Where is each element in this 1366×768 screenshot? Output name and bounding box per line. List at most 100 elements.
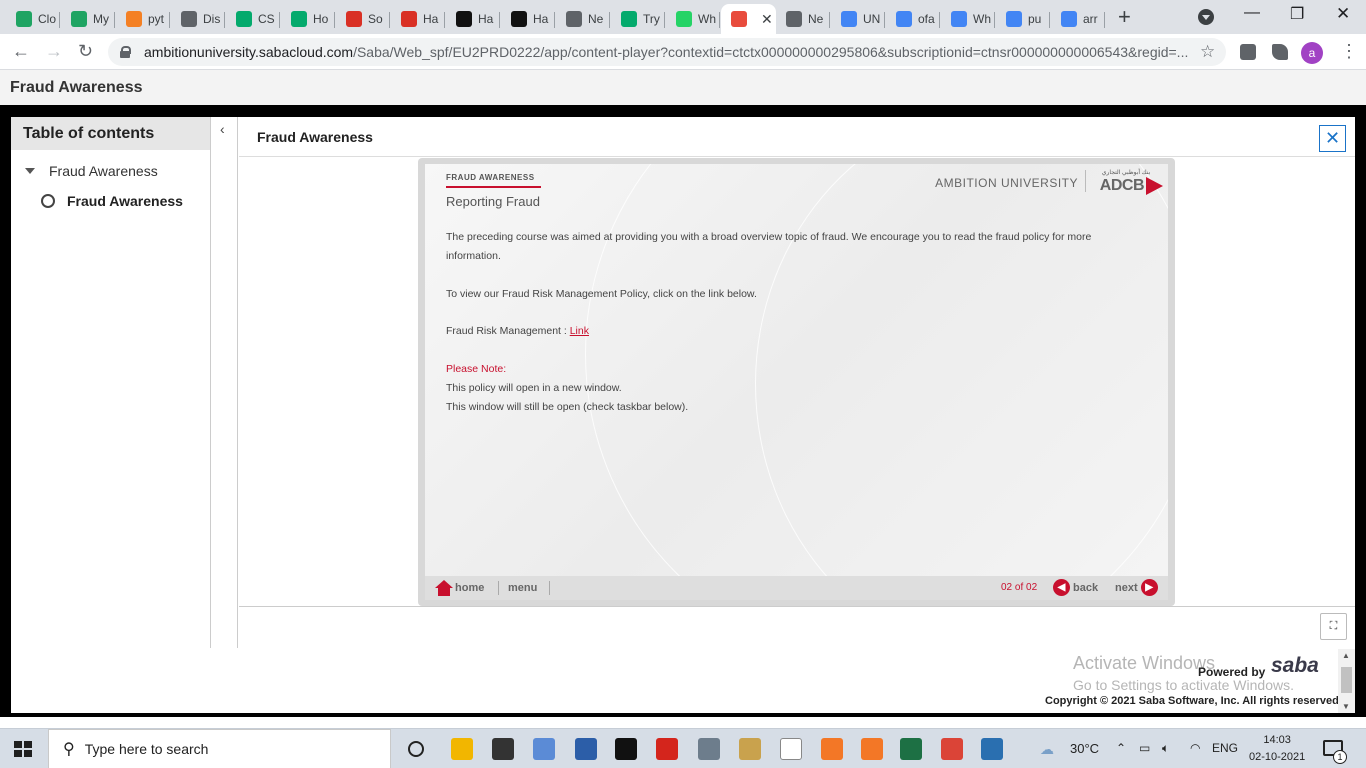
browser-tab[interactable]: Dis [171, 4, 225, 34]
browser-tab[interactable]: CS [226, 4, 280, 34]
url-path: /Saba/Web_spf/EU2PRD0222/app/content-pla… [353, 44, 1189, 60]
puzzle-icon[interactable] [1272, 44, 1288, 60]
brand-divider [1085, 170, 1086, 192]
calculator-icon[interactable] [698, 738, 720, 760]
browser-tab[interactable]: Ha [501, 4, 555, 34]
clock-time: 14:03 [1263, 734, 1291, 746]
network-icon[interactable]: ▭ [1139, 741, 1150, 755]
content-header: Fraud Awareness ✕ [239, 117, 1355, 157]
address-bar[interactable]: ambitionuniversity.sabacloud.com/Saba/We… [108, 38, 1226, 66]
forward-arrow-icon[interactable]: → [45, 41, 63, 61]
page-scrollbar[interactable]: ▲ ▼ [1338, 649, 1355, 713]
browser-tab[interactable]: So [336, 4, 390, 34]
window-close-button[interactable]: ✕ [1336, 4, 1350, 24]
paint-icon[interactable] [739, 738, 761, 760]
visual-studio-icon[interactable] [575, 738, 597, 760]
toc-collapse-button[interactable]: ‹ [211, 117, 238, 648]
tab-separator [1049, 12, 1050, 28]
browser-tab[interactable]: ✕ [721, 4, 776, 34]
browser-tab[interactable]: Ho [281, 4, 335, 34]
weather-icon[interactable]: ☁ [1040, 741, 1054, 758]
back-arrow-icon[interactable]: ← [12, 41, 30, 61]
scroll-down-icon[interactable]: ▼ [1342, 702, 1350, 711]
new-tab-button[interactable]: + [1118, 6, 1131, 28]
file-explorer-icon[interactable] [451, 738, 473, 760]
restore-button[interactable]: ❐ [1290, 4, 1304, 24]
bookmark-star-icon[interactable]: ☆ [1200, 42, 1215, 62]
close-content-button[interactable]: ✕ [1319, 125, 1346, 152]
taskbar-search[interactable]: ⚲ Type here to search [48, 729, 391, 768]
content-player-frame: Table of contents Fraud Awareness Fraud … [0, 105, 1366, 717]
system-clock[interactable]: 14:03 02-10-2021 [1249, 732, 1305, 766]
extension-icon[interactable] [1240, 44, 1256, 60]
jupyter-icon[interactable] [861, 738, 883, 760]
caret-down-icon[interactable] [25, 168, 35, 174]
toc-section[interactable]: Fraud Awareness [25, 163, 158, 179]
cortana-icon[interactable] [408, 741, 424, 757]
fullscreen-button[interactable]: ⛶ [1320, 613, 1347, 640]
tab-label: Ha [533, 12, 549, 26]
w3-icon [291, 11, 307, 27]
next-button[interactable]: next ▶ [1115, 579, 1158, 596]
tab-close-icon[interactable]: ✕ [761, 11, 773, 28]
tab-separator [829, 12, 830, 28]
browser-tab[interactable]: arr [1051, 4, 1105, 34]
browser-toolbar: ← → ↻ ambitionuniversity.sabacloud.com/S… [0, 34, 1366, 70]
lock-icon[interactable] [120, 46, 131, 58]
excel-icon[interactable] [900, 738, 922, 760]
browser-tab[interactable]: UN [831, 4, 885, 34]
language-indicator[interactable]: ENG [1212, 741, 1238, 755]
wifi-icon[interactable]: ◠ [1190, 741, 1200, 755]
chrome-icon[interactable] [941, 738, 963, 760]
browser-tab[interactable]: pu [996, 4, 1050, 34]
google-icon [841, 11, 857, 27]
photos-icon[interactable] [981, 738, 1003, 760]
menu-button[interactable]: menu [508, 582, 537, 594]
status-circle-icon [41, 194, 55, 208]
tab-label: UN [863, 12, 881, 26]
browser-tab[interactable]: Ha [391, 4, 445, 34]
jupyter-icon[interactable] [821, 738, 843, 760]
note-block: Please Note: This policy will open in a … [446, 360, 1146, 417]
browser-tab[interactable]: Ha [446, 4, 500, 34]
browser-tab[interactable]: My [61, 4, 115, 34]
volume-icon[interactable]: 🔈︎ [1162, 741, 1169, 756]
search-placeholder: Type here to search [84, 741, 209, 757]
windows-start-icon[interactable] [14, 741, 32, 757]
document-icon[interactable] [780, 738, 802, 760]
browser-menu-icon[interactable]: ⋮ [1340, 42, 1358, 60]
globe-icon [566, 11, 582, 27]
home-button[interactable]: home [435, 580, 484, 596]
browser-tab[interactable]: Clo [6, 4, 60, 34]
browser-tab[interactable]: Wh [666, 4, 720, 34]
browser-tab[interactable]: Wh [941, 4, 995, 34]
scroll-up-icon[interactable]: ▲ [1342, 651, 1350, 660]
profile-avatar[interactable]: a [1301, 42, 1323, 64]
browser-tab[interactable]: pyt [116, 4, 170, 34]
notepad-icon[interactable] [533, 738, 555, 760]
home-icon [435, 580, 453, 596]
terminal-icon[interactable] [492, 738, 514, 760]
back-label: back [1073, 581, 1099, 594]
course-slide: FRAUD AWARENESS Reporting Fraud AMBITION… [418, 158, 1175, 606]
back-button[interactable]: ◀ back [1053, 579, 1098, 596]
tab-separator [499, 12, 500, 28]
nav-divider [498, 581, 499, 595]
toc-section-label: Fraud Awareness [49, 163, 158, 179]
reload-icon[interactable]: ↻ [78, 41, 93, 61]
saba-icon [731, 11, 747, 27]
policy-link[interactable]: Link [570, 325, 589, 337]
browser-tab[interactable]: Ne [556, 4, 610, 34]
browser-tab[interactable]: Try [611, 4, 665, 34]
tray-chevron-icon[interactable]: ⌃ [1116, 741, 1126, 755]
browser-tab[interactable]: ofa [886, 4, 940, 34]
url-domain: ambitionuniversity.sabacloud.com [144, 44, 354, 60]
minimize-button[interactable]: — [1244, 4, 1260, 22]
weather-temp[interactable]: 30°C [1070, 741, 1099, 756]
pycharm-icon[interactable] [615, 738, 637, 760]
browser-tab[interactable]: Ne [776, 4, 830, 34]
toc-item[interactable]: Fraud Awareness [41, 193, 183, 209]
scrollbar-thumb[interactable] [1341, 667, 1352, 693]
pdf-reader-icon[interactable] [656, 738, 678, 760]
tab-search-icon[interactable] [1198, 9, 1214, 25]
